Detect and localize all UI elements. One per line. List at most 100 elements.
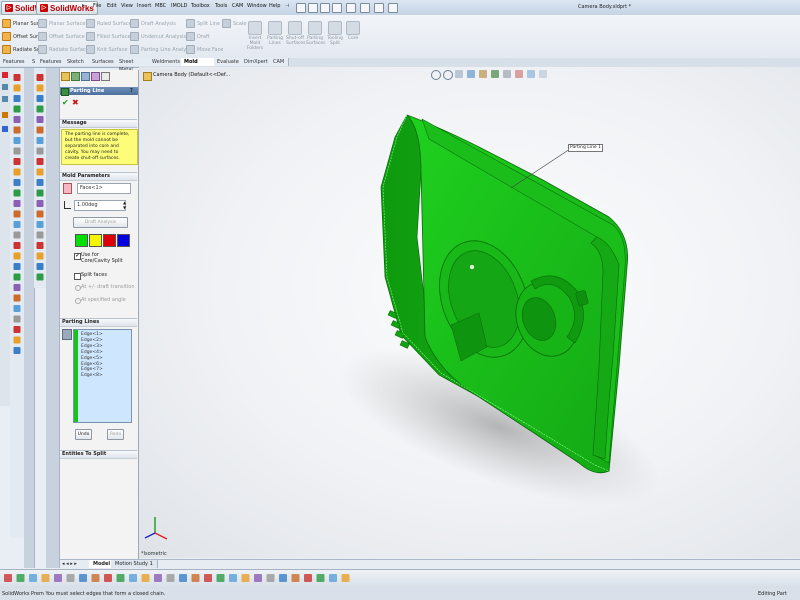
list-item[interactable]: Edge<4> <box>81 350 103 356</box>
parting-line-callout[interactable]: Parting Line 1 <box>568 144 603 152</box>
toolbar-icon[interactable] <box>66 574 75 582</box>
feature-icon[interactable] <box>36 95 44 102</box>
list-item[interactable]: Edge<3> <box>81 344 103 350</box>
feature-icon[interactable] <box>36 242 44 249</box>
toolbar-icon[interactable] <box>254 574 262 582</box>
toolbar-icon[interactable] <box>316 574 325 582</box>
tab-sheet-metal[interactable]: Sheet Metal <box>116 58 151 73</box>
parting-surfaces-button[interactable]: Parting Surfaces <box>306 21 326 46</box>
toolbar-icon[interactable] <box>291 574 300 582</box>
move-face-command[interactable]: Move Face <box>186 45 223 54</box>
toolbar-icon[interactable] <box>279 574 287 582</box>
toolbar-icon[interactable] <box>329 574 337 582</box>
menu-edit[interactable]: Edit <box>107 3 117 9</box>
feature-icon[interactable] <box>36 84 44 92</box>
direction-of-pull-field[interactable]: Face<1> <box>77 183 131 194</box>
toolbar-icon[interactable] <box>41 574 50 582</box>
undercut-analysis-command[interactable]: Undercut Analysis <box>130 32 186 41</box>
toolbar-icon[interactable] <box>129 574 137 582</box>
feature-icon[interactable] <box>13 221 21 228</box>
tab-dimxpert[interactable]: DimXpert <box>241 58 272 66</box>
feature-icon[interactable] <box>13 126 21 134</box>
feature-icon[interactable] <box>36 273 44 281</box>
model-viewport[interactable] <box>139 67 800 558</box>
feature-icon[interactable] <box>13 189 21 197</box>
toolbar-icon[interactable] <box>179 574 187 582</box>
toolbar-icon[interactable] <box>304 574 312 582</box>
toolbar-icon[interactable] <box>204 574 212 582</box>
radiate-surface-command-2[interactable]: Radiate Surface <box>38 45 89 54</box>
open-icon[interactable] <box>308 3 318 13</box>
property-manager-icon[interactable] <box>71 72 80 81</box>
knit-surface-command[interactable]: Knit Surface <box>86 45 127 54</box>
offset-surface-command[interactable]: Offset Surf <box>2 32 40 41</box>
feature-icon[interactable] <box>13 284 21 291</box>
mold-parameters-section-header[interactable]: Mold Parameters <box>60 172 137 181</box>
straddle-face-color-swatch[interactable] <box>117 234 130 247</box>
toolbar-icon[interactable] <box>91 574 100 582</box>
toolbar-icon[interactable] <box>79 574 87 582</box>
toolbar-icon[interactable] <box>341 574 350 582</box>
menu-view[interactable]: View <box>121 3 133 9</box>
feature-manager-icon[interactable] <box>61 72 70 81</box>
shut-off-surfaces-button[interactable]: Shut-off Surfaces <box>286 21 306 46</box>
toolbar-icon[interactable] <box>16 574 25 582</box>
tab-features[interactable]: Features <box>0 58 32 66</box>
toolbar-icon[interactable] <box>104 574 112 582</box>
feature-icon[interactable] <box>13 210 21 218</box>
feature-icon[interactable] <box>36 200 44 207</box>
feature-icon[interactable] <box>13 242 21 249</box>
feature-icon[interactable] <box>36 74 44 81</box>
toolbar-icon[interactable] <box>216 574 225 582</box>
message-section-header[interactable]: Message <box>60 119 137 128</box>
positive-draft-color-swatch[interactable] <box>75 234 88 247</box>
new-document-icon[interactable] <box>296 3 306 13</box>
feature-icon[interactable] <box>13 84 21 92</box>
dimxpert-manager-icon[interactable] <box>91 72 100 81</box>
feature-icon[interactable] <box>36 126 44 134</box>
save-icon[interactable] <box>320 3 330 13</box>
menu-cam[interactable]: CAM <box>232 3 243 9</box>
requires-draft-color-swatch[interactable] <box>89 234 102 247</box>
toolbar-icon[interactable] <box>141 574 150 582</box>
menu-tools[interactable]: Tools <box>215 3 227 9</box>
toolbar-icon[interactable] <box>154 574 162 582</box>
planar-surface-command[interactable]: Planar Surf <box>2 19 41 28</box>
ok-checkmark-icon[interactable]: ✔ <box>62 98 69 107</box>
feature-icon[interactable] <box>36 231 44 239</box>
menu-help[interactable]: Help <box>269 3 280 9</box>
tab-weldments[interactable]: Weldments <box>149 58 183 66</box>
feature-icon[interactable] <box>36 168 44 176</box>
feature-icon[interactable] <box>13 294 21 302</box>
undo-button[interactable]: Undo <box>75 429 92 440</box>
select-icon[interactable] <box>360 3 370 13</box>
insert-mold-folders-button[interactable]: Insert Mold Folders <box>246 21 264 51</box>
menu-pin-icon[interactable]: ▸ <box>82 2 86 12</box>
tab-surfaces[interactable]: Surfaces <box>89 58 118 66</box>
feature-icon[interactable] <box>36 116 44 123</box>
solidworks-logo-main[interactable]: ▷ SolidWorks <box>36 1 98 15</box>
feature-icon[interactable] <box>13 137 21 144</box>
feature-icon[interactable] <box>13 347 21 354</box>
toolbar-icon[interactable] <box>4 574 12 582</box>
feature-icon[interactable] <box>36 179 44 186</box>
planar-surface-command-2[interactable]: Planar Surface <box>38 19 85 28</box>
tab-features-2[interactable]: Features <box>37 58 66 66</box>
feature-icon[interactable] <box>36 210 44 218</box>
split-line-command[interactable]: Split Line <box>186 19 220 28</box>
angle-spin-arrows-icon[interactable]: ▲ ▼ <box>123 200 127 211</box>
radiate-surface-command[interactable]: Radiate Su <box>2 45 40 54</box>
panel-splitter-2[interactable] <box>46 68 60 568</box>
feature-icon[interactable] <box>36 105 44 113</box>
toolbar-icon[interactable] <box>116 574 125 582</box>
tab-sketch[interactable]: Sketch <box>64 58 91 66</box>
feature-icon[interactable] <box>13 263 21 270</box>
list-item[interactable]: Edge<5> <box>81 356 103 362</box>
tooling-split-button[interactable]: Tooling Split <box>326 21 344 46</box>
feature-icon[interactable] <box>13 305 21 312</box>
use-for-core-cavity-checkbox[interactable]: ✔ <box>74 253 81 260</box>
feature-icon[interactable] <box>13 336 21 344</box>
feature-icon[interactable] <box>13 168 21 176</box>
parting-line-analysis-command[interactable]: Parting Line Analysis <box>130 45 193 54</box>
options-icon[interactable] <box>388 3 398 13</box>
